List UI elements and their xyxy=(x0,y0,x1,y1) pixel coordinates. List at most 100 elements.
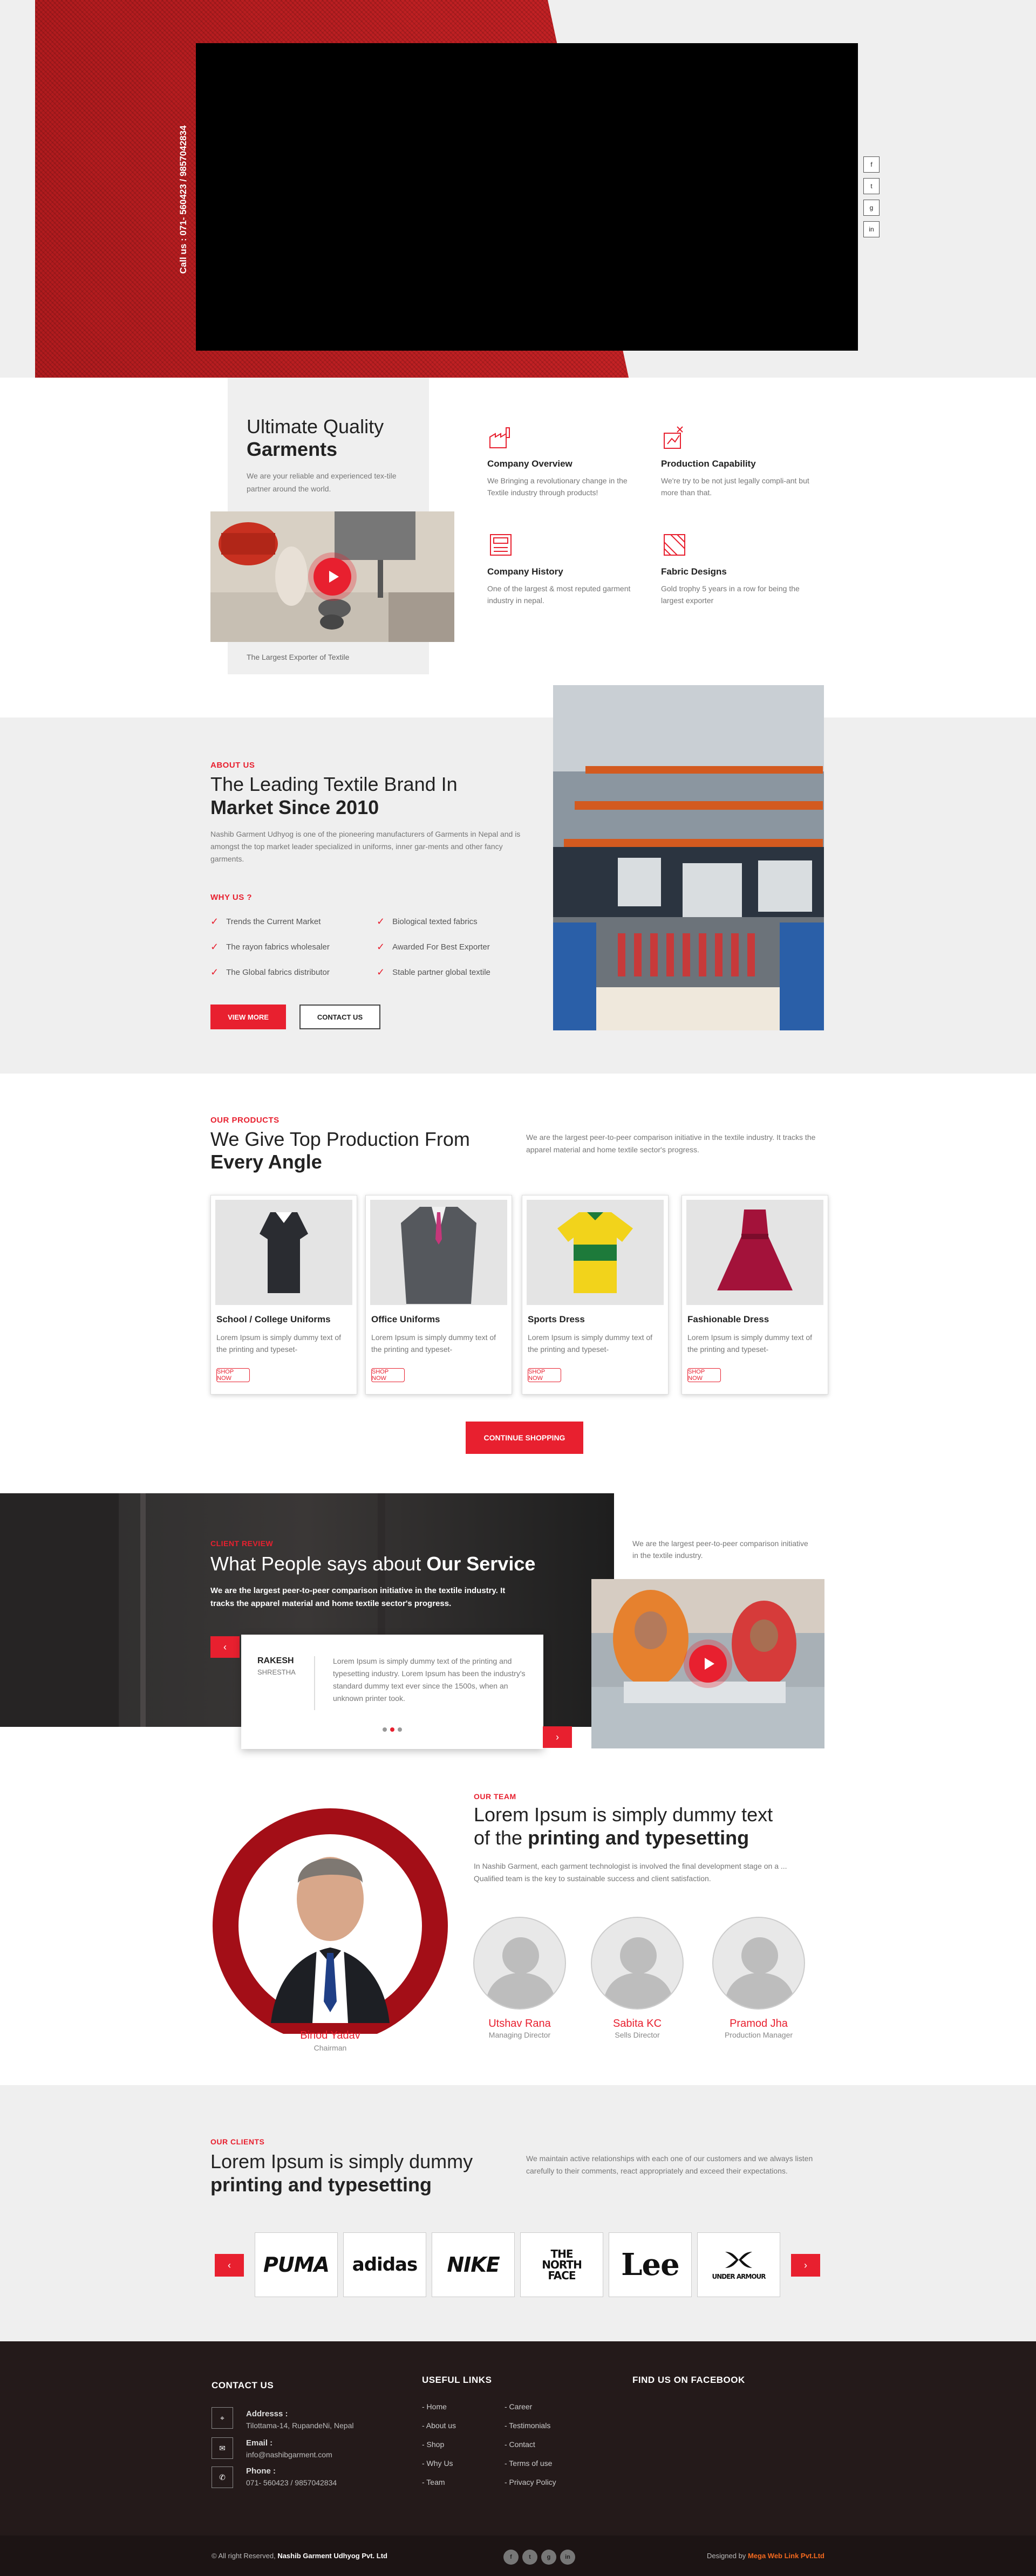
review-pagination[interactable] xyxy=(383,1727,402,1732)
review-prev-button[interactable]: ‹ xyxy=(210,1636,240,1658)
clients-title-line2: printing and typesetting xyxy=(210,2174,432,2196)
linkedin-icon[interactable]: in xyxy=(863,221,880,237)
phone-icon: ✆ xyxy=(212,2466,233,2488)
product-text: Lorem Ipsum is simply dummy text of the … xyxy=(371,1333,496,1354)
about-title-line2: Market Since 2010 xyxy=(210,796,379,818)
red-dress-illustration xyxy=(717,1209,793,1290)
factory-icon xyxy=(489,427,510,448)
feature-fabric-designs xyxy=(661,531,688,561)
clients-prev-button[interactable]: ‹ xyxy=(215,2254,244,2277)
address-label: Addresss : xyxy=(246,2409,288,2418)
shop-now-button[interactable]: SHOP NOW xyxy=(371,1368,405,1382)
client-logo-adidas[interactable]: adidas xyxy=(343,2232,426,2297)
location-icon: ⌖ xyxy=(212,2407,233,2429)
twitter-icon[interactable]: t xyxy=(863,178,880,194)
member-avatar[interactable] xyxy=(473,1917,566,2010)
copyright-text: © All right Reserved, Nashib Garment Udh… xyxy=(212,2552,387,2560)
pagination-dot-active[interactable] xyxy=(390,1727,394,1732)
footer-linkedin-icon[interactable]: in xyxy=(560,2550,575,2565)
sewing-machine-image xyxy=(210,511,454,642)
product-card[interactable]: Fashionable Dress Lorem Ipsum is simply … xyxy=(681,1195,828,1395)
footer-link-shop[interactable]: - Shop xyxy=(422,2440,444,2449)
product-name: Sports Dress xyxy=(528,1314,585,1324)
reason-item: ✓ Awarded For Best Exporter xyxy=(377,941,490,952)
review-divider xyxy=(314,1656,315,1710)
footer-link-contact[interactable]: - Contact xyxy=(505,2440,535,2449)
continue-shopping-button[interactable]: CONTINUE SHOPPING xyxy=(466,1422,583,1454)
designed-by-text: Designed by Mega Web Link Pvt.Ltd xyxy=(707,2552,824,2560)
hero-video-player[interactable] xyxy=(196,43,858,351)
footer-facebook-icon[interactable]: f xyxy=(503,2550,519,2565)
feature-text-fabric: Gold trophy 5 years in a row for being t… xyxy=(661,584,800,605)
machine-video-play-button[interactable] xyxy=(313,558,351,596)
review-title: What People says about Our Service xyxy=(210,1553,536,1575)
product-image-fashion xyxy=(686,1200,823,1305)
product-card[interactable]: School / College Uniforms Lorem Ipsum is… xyxy=(210,1195,357,1395)
footer-link-career[interactable]: - Career xyxy=(505,2402,532,2411)
product-card[interactable]: Sports Dress Lorem Ipsum is simply dummy… xyxy=(522,1195,669,1395)
feature-title-fabric: Fabric Designs xyxy=(661,566,727,577)
product-text: Lorem Ipsum is simply dummy text of the … xyxy=(687,1333,813,1354)
feature-title-history: Company History xyxy=(487,566,563,577)
history-icon xyxy=(490,534,512,556)
clients-next-button[interactable]: › xyxy=(791,2254,820,2277)
avatar-placeholder-icon xyxy=(724,1937,795,2008)
member-avatar[interactable] xyxy=(712,1917,805,2010)
google-plus-icon[interactable]: g xyxy=(863,200,880,216)
client-logo-under-armour[interactable]: UNDER ARMOUR xyxy=(697,2232,780,2297)
member-name: Pramod Jha xyxy=(730,2018,788,2030)
review-video-play-button[interactable] xyxy=(689,1645,727,1683)
email-value[interactable]: info@nashibgarment.com xyxy=(246,2450,332,2459)
footer-google-plus-icon[interactable]: g xyxy=(541,2550,556,2565)
footer-link-home[interactable]: - Home xyxy=(422,2402,447,2411)
chairman-name: Binod Yadav xyxy=(300,2030,360,2041)
member-avatar[interactable] xyxy=(591,1917,684,2010)
footer-link-testimonials[interactable]: - Testimonials xyxy=(505,2421,550,2430)
products-description: We are the largest peer-to-peer comparis… xyxy=(526,1133,816,1154)
review-video-thumbnail[interactable] xyxy=(591,1579,824,1748)
footer-link-terms[interactable]: - Terms of use xyxy=(505,2459,552,2468)
client-logo-puma[interactable]: PUMA xyxy=(255,2232,338,2297)
reason-item: ✓ Biological texted fabrics xyxy=(377,916,478,927)
product-image-sports xyxy=(527,1200,664,1305)
suit-illustration xyxy=(401,1206,476,1304)
client-logo-north-face[interactable]: THE NORTH FACE xyxy=(520,2232,603,2297)
product-text: Lorem Ipsum is simply dummy text of the … xyxy=(528,1333,653,1354)
feature-company-history xyxy=(487,531,514,561)
team-title-line2: of the printing and typesetting xyxy=(474,1827,749,1849)
check-icon: ✓ xyxy=(377,967,385,978)
team-description: In Nashib Garment, each garment technolo… xyxy=(474,1862,787,1883)
pagination-dot[interactable] xyxy=(398,1727,402,1732)
review-tag: CLIENT REVIEW xyxy=(210,1539,274,1548)
view-more-button[interactable]: VIEW MORE xyxy=(210,1005,286,1029)
footer-link-team[interactable]: - Team xyxy=(422,2478,445,2486)
pagination-dot[interactable] xyxy=(383,1727,387,1732)
footer-link-why-us[interactable]: - Why Us xyxy=(422,2459,453,2468)
member-name: Utshav Rana xyxy=(488,2018,551,2030)
footer-twitter-icon[interactable]: t xyxy=(522,2550,537,2565)
client-logo-nike[interactable]: NIKE xyxy=(432,2232,515,2297)
phone-value[interactable]: 071- 560423 / 9857042834 xyxy=(246,2478,337,2487)
about-description: Nashib Garment Udhyog is one of the pion… xyxy=(210,830,521,863)
product-image-office xyxy=(370,1200,507,1305)
client-logo-lee[interactable]: Lee xyxy=(609,2232,692,2297)
feature-company-overview xyxy=(487,423,514,453)
review-next-button[interactable]: › xyxy=(543,1726,572,1748)
product-card[interactable]: Office Uniforms Lorem Ipsum is simply du… xyxy=(365,1195,512,1395)
shop-now-button[interactable]: SHOP NOW xyxy=(687,1368,721,1382)
product-name: Office Uniforms xyxy=(371,1314,440,1324)
facebook-icon[interactable]: f xyxy=(863,156,880,173)
check-icon: ✓ xyxy=(377,941,385,952)
contact-us-button[interactable]: CONTACT US xyxy=(299,1005,380,1029)
footer-link-privacy[interactable]: - Privacy Policy xyxy=(505,2478,556,2486)
about-section xyxy=(0,718,1036,1074)
footer-facebook-heading: FIND US ON FACEBOOK xyxy=(632,2375,745,2385)
feature-production-capability xyxy=(661,423,688,453)
intro-title-line1: Ultimate Quality xyxy=(247,415,384,438)
check-icon: ✓ xyxy=(210,916,219,927)
clients-title-line1: Lorem Ipsum is simply dummy xyxy=(210,2150,473,2172)
member-role: Managing Director xyxy=(488,2031,551,2039)
footer-link-about[interactable]: - About us xyxy=(422,2421,456,2430)
shop-now-button[interactable]: SHOP NOW xyxy=(528,1368,561,1382)
shop-now-button[interactable]: SHOP NOW xyxy=(216,1368,250,1382)
